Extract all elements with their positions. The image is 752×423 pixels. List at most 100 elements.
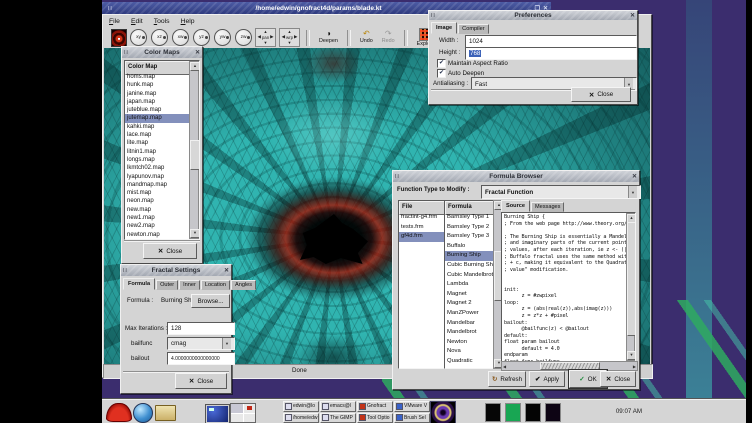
color-maps-titlebar[interactable]: ∷ Color Maps ✕: [122, 47, 202, 58]
dropdown-icon[interactable]: ▼: [628, 186, 637, 198]
tab[interactable]: Source: [501, 200, 530, 212]
task-button[interactable]: Gnofract: [357, 401, 393, 412]
close-icon[interactable]: ✕: [221, 267, 229, 274]
menu-item[interactable]: Help: [181, 18, 195, 25]
color-map-item[interactable]: newton.map: [125, 231, 191, 239]
window-menu-icon[interactable]: ∷: [395, 173, 403, 180]
close-button[interactable]: ✕ Close: [600, 371, 636, 387]
close-button[interactable]: ✕ Close: [175, 373, 227, 389]
formula-item[interactable]: Barnsley Type 2: [445, 223, 494, 233]
pad-right-icon[interactable]: ▶: [294, 34, 297, 40]
color-map-item[interactable]: japan.map: [125, 98, 191, 106]
formula-item[interactable]: Mandelbrot: [445, 328, 494, 338]
task-button[interactable]: The GIMP: [320, 413, 356, 423]
formula-item[interactable]: Quadratic: [445, 357, 494, 367]
color-map-item[interactable]: new1.map: [125, 214, 191, 222]
color-map-item[interactable]: new2.map: [125, 222, 191, 230]
tray-swatch[interactable]: [525, 403, 541, 422]
fractal-tray-icon[interactable]: [430, 401, 456, 423]
color-map-item[interactable]: juteblue.map: [125, 106, 191, 114]
fractal-settings-titlebar[interactable]: ∷ Fractal Settings ✕: [121, 265, 231, 276]
formula-item[interactable]: Lambda: [445, 280, 494, 290]
color-map-item[interactable]: lite.map: [125, 139, 191, 147]
formula-item[interactable]: Magnet: [445, 290, 494, 300]
pad-down-icon[interactable]: ▼: [288, 40, 292, 45]
color-map-item[interactable]: lyapunov.map: [125, 173, 191, 181]
tab[interactable]: Messages: [531, 202, 565, 212]
window-menu-icon[interactable]: ∷: [431, 12, 439, 19]
tab[interactable]: Angles: [231, 280, 256, 290]
file-manager-icon[interactable]: [155, 405, 176, 421]
scroll-left-icon[interactable]: ◀: [503, 364, 506, 369]
formula-item[interactable]: Barnsley Type 1: [445, 213, 494, 223]
close-button[interactable]: ✕ Close: [571, 87, 631, 102]
tab[interactable]: Inner: [179, 280, 200, 290]
pad-left-icon[interactable]: ◀: [282, 34, 285, 40]
menu-item[interactable]: Edit: [131, 18, 143, 25]
terminal-launcher-icon[interactable]: [205, 404, 230, 423]
color-map-item[interactable]: lkmtch02.map: [125, 164, 191, 172]
task-button[interactable]: VMware V: [394, 401, 430, 412]
color-map-item[interactable]: hunk.map: [125, 81, 191, 89]
formula-item[interactable]: Cubic Burning Ship: [445, 261, 494, 271]
color-map-item[interactable]: janine.map: [125, 90, 191, 98]
scrollbar-thumb[interactable]: [190, 140, 200, 170]
pad-right-icon[interactable]: ▶: [270, 34, 273, 40]
window-menu-icon[interactable]: ∷: [123, 267, 131, 274]
tab[interactable]: Outer: [156, 280, 178, 290]
formula-browser-titlebar[interactable]: ∷ Formula Browser ✕: [393, 171, 639, 182]
auto-deepen-checkbox[interactable]: ✔: [437, 69, 446, 78]
pager-cell[interactable]: [231, 414, 243, 423]
tray-swatch[interactable]: [545, 403, 561, 422]
pad-down-icon[interactable]: ▼: [264, 40, 268, 45]
scroll-up-icon[interactable]: ▲: [190, 62, 200, 71]
tray-swatch[interactable]: [505, 403, 521, 422]
window-menu-icon[interactable]: ∷: [124, 49, 132, 56]
scroll-down-icon[interactable]: ▼: [627, 351, 636, 360]
scrollbar-thumb[interactable]: [540, 362, 600, 370]
close-button[interactable]: ✕ Close: [143, 243, 197, 259]
color-map-item[interactable]: jutemap.map: [125, 114, 191, 122]
height-field[interactable]: 768: [465, 47, 637, 60]
formula-item[interactable]: ManZPower: [445, 309, 494, 319]
formula-item[interactable]: Buffalo: [445, 242, 494, 252]
close-icon[interactable]: ✕: [192, 49, 200, 56]
dropdown-icon[interactable]: ▼: [222, 338, 231, 349]
tab[interactable]: Compiler: [458, 24, 488, 34]
scroll-down-icon[interactable]: ▼: [190, 229, 200, 238]
pad-left-icon[interactable]: ◀: [257, 34, 260, 40]
formula-item[interactable]: Newton: [445, 338, 494, 348]
refresh-button[interactable]: ↻ Refresh: [488, 371, 526, 387]
pager-cell[interactable]: [244, 414, 256, 423]
color-map-item[interactable]: kahki.map: [125, 123, 191, 131]
menu-item[interactable]: Tools: [154, 18, 170, 25]
task-button[interactable]: /home/edw: [283, 413, 319, 423]
rotation-dial[interactable]: xw: [172, 29, 189, 46]
browse-button[interactable]: Browse...: [191, 294, 230, 308]
preferences-titlebar[interactable]: ∷ Preferences ✕: [429, 11, 637, 20]
tab[interactable]: Formula: [123, 278, 155, 290]
tab[interactable]: Image: [431, 22, 457, 34]
tray-swatch[interactable]: [485, 403, 501, 422]
formula-item[interactable]: T02-01-G4: [445, 367, 494, 369]
redo-button[interactable]: ↷ Redo: [379, 30, 398, 44]
warp-pad[interactable]: ▲ ◀wrp▶ ▼: [279, 28, 300, 47]
task-button[interactable]: Tool Optio: [357, 413, 393, 423]
rotation-dial[interactable]: xz: [151, 29, 168, 46]
scrollbar[interactable]: ▲ ▼: [626, 213, 635, 361]
formula-item[interactable]: Magnet 2: [445, 299, 494, 309]
task-button[interactable]: edwin@lo: [283, 401, 319, 412]
pager-cell[interactable]: [244, 404, 256, 413]
color-map-item[interactable]: lace.map: [125, 131, 191, 139]
scroll-right-icon[interactable]: ▶: [633, 364, 636, 369]
undo-button[interactable]: ↶ Undo: [357, 30, 376, 44]
file-item[interactable]: tests.frm: [399, 223, 445, 233]
color-map-item[interactable]: mist.map: [125, 189, 191, 197]
formula-item[interactable]: Barnsley Type 3: [445, 232, 494, 242]
apply-button[interactable]: ✔ Apply: [529, 371, 565, 387]
file-item[interactable]: fractint-g4.frm: [399, 213, 445, 223]
pan-pad[interactable]: ▲ ◀pan▶ ▼: [255, 28, 276, 47]
close-icon[interactable]: ✕: [627, 12, 635, 19]
formula-item[interactable]: Nova: [445, 347, 494, 357]
rotation-dial[interactable]: xy: [130, 29, 147, 46]
